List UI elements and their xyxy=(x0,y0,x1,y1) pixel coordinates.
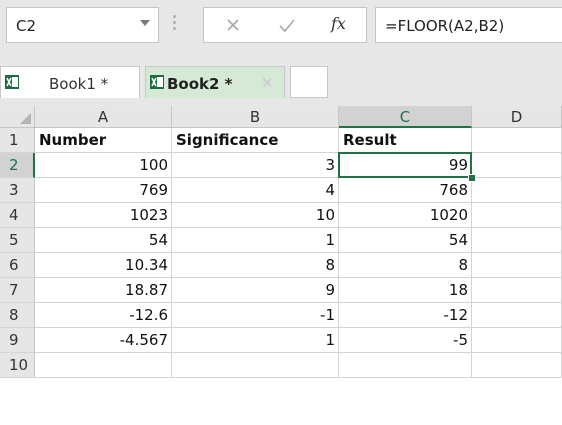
cell-a10[interactable] xyxy=(35,353,172,378)
cell-b6[interactable]: 8 xyxy=(172,253,339,278)
column-header-d[interactable]: D xyxy=(472,106,562,128)
cell-b4[interactable]: 10 xyxy=(172,203,339,228)
cell-b5[interactable]: 1 xyxy=(172,228,339,253)
active-cell-border xyxy=(338,152,472,178)
cell-d6[interactable] xyxy=(472,253,562,278)
cell-a1[interactable]: Number xyxy=(35,128,172,153)
cancel-icon[interactable] xyxy=(220,14,246,38)
cell-b2[interactable]: 3 xyxy=(172,153,339,178)
row-header-1[interactable]: 1 xyxy=(0,128,35,153)
column-header-a[interactable]: A xyxy=(35,106,172,128)
row-header-4[interactable]: 4 xyxy=(0,203,35,228)
close-icon[interactable]: ✕ xyxy=(261,74,274,92)
column-header-c[interactable]: C xyxy=(339,106,472,128)
select-all-button[interactable] xyxy=(0,106,35,128)
column-header-b[interactable]: B xyxy=(172,106,339,128)
cell-a6[interactable]: 10.34 xyxy=(35,253,172,278)
cell-b9[interactable]: 1 xyxy=(172,328,339,353)
tab-book2[interactable]: Book2 * ✕ xyxy=(145,66,285,98)
tab-book2-label: Book2 * xyxy=(167,75,233,93)
row-header-5[interactable]: 5 xyxy=(0,228,35,253)
cell-a8[interactable]: -12.6 xyxy=(35,303,172,328)
row-header-8[interactable]: 8 xyxy=(0,303,35,328)
cell-c10[interactable] xyxy=(339,353,472,378)
row-header-3[interactable]: 3 xyxy=(0,178,35,203)
cell-a4[interactable]: 1023 xyxy=(35,203,172,228)
new-workbook-tab[interactable] xyxy=(290,66,328,98)
cell-c7[interactable]: 18 xyxy=(339,278,472,303)
cell-a2[interactable]: 100 xyxy=(35,153,172,178)
cell-d8[interactable] xyxy=(472,303,562,328)
fill-handle[interactable] xyxy=(468,174,476,182)
cell-c1[interactable]: Result xyxy=(339,128,472,153)
cell-a9[interactable]: -4.567 xyxy=(35,328,172,353)
cell-b3[interactable]: 4 xyxy=(172,178,339,203)
formula-bar: C2 fx =FLOOR(A2,B2) xyxy=(0,0,562,56)
row-header-9[interactable]: 9 xyxy=(0,328,35,353)
cell-a5[interactable]: 54 xyxy=(35,228,172,253)
cell-c3[interactable]: 768 xyxy=(339,178,472,203)
name-box[interactable]: C2 xyxy=(6,7,159,43)
cell-b10[interactable] xyxy=(172,353,339,378)
tab-book1-label: Book1 * xyxy=(49,75,109,93)
formula-input[interactable]: =FLOOR(A2,B2) xyxy=(375,7,562,43)
cell-c8[interactable]: -12 xyxy=(339,303,472,328)
cell-b8[interactable]: -1 xyxy=(172,303,339,328)
name-box-value: C2 xyxy=(16,17,37,35)
excel-icon xyxy=(150,75,164,89)
excel-icon xyxy=(5,75,19,89)
insert-function-icon[interactable]: fx xyxy=(331,14,346,33)
cell-d10[interactable] xyxy=(472,353,562,378)
row-header-7[interactable]: 7 xyxy=(0,278,35,303)
confirm-icon[interactable] xyxy=(274,14,300,38)
row-header-10[interactable]: 10 xyxy=(0,353,35,378)
chevron-down-icon[interactable] xyxy=(140,20,150,26)
workbook-tabs: Book1 * Book2 * ✕ xyxy=(0,56,562,106)
tab-book1[interactable]: Book1 * xyxy=(0,66,140,98)
formula-buttons: fx xyxy=(203,7,367,43)
cell-d2[interactable] xyxy=(472,153,562,178)
cell-b1[interactable]: Significance xyxy=(172,128,339,153)
cell-c5[interactable]: 54 xyxy=(339,228,472,253)
cell-b7[interactable]: 9 xyxy=(172,278,339,303)
cell-c4[interactable]: 1020 xyxy=(339,203,472,228)
cell-d4[interactable] xyxy=(472,203,562,228)
cell-d5[interactable] xyxy=(472,228,562,253)
cell-d7[interactable] xyxy=(472,278,562,303)
cell-d9[interactable] xyxy=(472,328,562,353)
formula-text: =FLOOR(A2,B2) xyxy=(385,17,505,35)
cell-c9[interactable]: -5 xyxy=(339,328,472,353)
row-header-6[interactable]: 6 xyxy=(0,253,35,278)
cell-d1[interactable] xyxy=(472,128,562,153)
row-header-2[interactable]: 2 xyxy=(0,153,35,178)
cell-a7[interactable]: 18.87 xyxy=(35,278,172,303)
cell-d3[interactable] xyxy=(472,178,562,203)
cell-a3[interactable]: 769 xyxy=(35,178,172,203)
drag-handle-icon[interactable] xyxy=(172,12,178,38)
cell-c6[interactable]: 8 xyxy=(339,253,472,278)
